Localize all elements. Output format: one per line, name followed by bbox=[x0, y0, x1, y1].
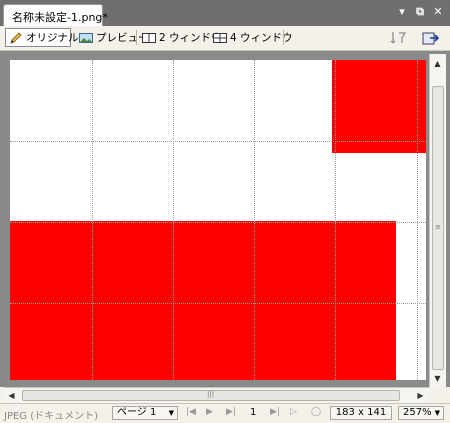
format-label: JPEG (ドキュメント) bbox=[4, 411, 99, 422]
window-controls: ▾ ⧉ ✕ bbox=[396, 6, 444, 18]
grid-line bbox=[10, 141, 426, 142]
view-toolbar: オリジナル プレビュー 2 ウィンドウ 4 ウィンドウ bbox=[0, 26, 450, 51]
grid-line bbox=[335, 60, 336, 380]
page-select[interactable]: ページ 1 ▼ bbox=[112, 406, 178, 420]
document-tab[interactable]: 名称未設定-1.png* bbox=[3, 4, 108, 26]
document-tab-strip: 名称未設定-1.png* ▾ ⧉ ✕ bbox=[0, 0, 450, 26]
zoom-select-value: 257% bbox=[403, 407, 432, 418]
grid-line bbox=[92, 60, 93, 380]
document-tab-title: 名称未設定-1.png* bbox=[12, 11, 108, 24]
zoom-select[interactable]: 257% ▼ bbox=[398, 406, 444, 420]
pencil-icon bbox=[9, 31, 23, 44]
scroll-down-icon[interactable]: ▼ bbox=[430, 371, 445, 386]
first-frame-icon[interactable]: |◀ bbox=[186, 407, 196, 417]
scroll-left-icon[interactable]: ◀ bbox=[4, 388, 19, 403]
status-bar: JPEG (ドキュメント) ページ 1 ▼ |◀ ▶ ▶| 1 ▶| ▷ ◯ 1… bbox=[0, 403, 450, 423]
frame-number: 1 bbox=[250, 407, 257, 418]
export-icon[interactable] bbox=[420, 28, 442, 47]
optimize-tool-icon[interactable] bbox=[388, 28, 410, 47]
two-window-icon bbox=[142, 32, 156, 44]
document-window: 名称未設定-1.png* ▾ ⧉ ✕ オリジナル プレビュー 2 ウィンドウ 4… bbox=[0, 0, 450, 423]
grid-line bbox=[10, 303, 426, 304]
chevron-down-icon: ▼ bbox=[168, 409, 174, 417]
stop-icon[interactable]: ◯ bbox=[311, 407, 321, 417]
next-frame-icon[interactable]: ▶| bbox=[270, 407, 280, 417]
scroll-up-icon[interactable]: ▲ bbox=[430, 56, 445, 71]
tab-original[interactable]: オリジナル bbox=[5, 28, 79, 47]
grid-line bbox=[173, 60, 174, 380]
last-frame-icon[interactable]: ▶| bbox=[226, 407, 236, 417]
restore-icon[interactable]: ⧉ bbox=[414, 6, 426, 18]
close-icon[interactable]: ✕ bbox=[432, 6, 444, 18]
grip-icon: ≡ bbox=[435, 223, 441, 231]
vertical-scrollbar[interactable]: ▲ ≡ ▼ bbox=[429, 54, 446, 387]
toolbar-divider bbox=[283, 30, 284, 45]
grid-line bbox=[417, 60, 418, 380]
image-canvas[interactable] bbox=[10, 60, 426, 380]
image-preview-icon bbox=[79, 32, 93, 44]
loop-icon[interactable]: ▷ bbox=[290, 407, 297, 417]
chevron-down-icon: ▼ bbox=[434, 409, 440, 417]
tab-original-label: オリジナル bbox=[26, 32, 79, 44]
horizontal-scroll-thumb[interactable]: ||| bbox=[22, 390, 400, 401]
window-menu-icon[interactable]: ▾ bbox=[396, 6, 408, 18]
page-select-value: ページ 1 bbox=[117, 407, 157, 418]
grid-line bbox=[254, 60, 255, 380]
horizontal-scrollbar[interactable]: ◀ ||| ▶ bbox=[4, 387, 429, 403]
vertical-scroll-thumb[interactable]: ≡ bbox=[432, 86, 444, 370]
image-size: 183 x 141 bbox=[330, 406, 392, 420]
red-rectangle-bottom bbox=[10, 221, 396, 380]
grip-icon: ||| bbox=[207, 390, 215, 398]
four-window-icon bbox=[213, 32, 227, 44]
scroll-right-icon[interactable]: ▶ bbox=[413, 388, 428, 403]
grid-line bbox=[10, 222, 426, 223]
toolbar-divider bbox=[136, 30, 137, 45]
play-icon[interactable]: ▶ bbox=[206, 407, 213, 417]
red-rectangle-top-right bbox=[332, 60, 426, 153]
